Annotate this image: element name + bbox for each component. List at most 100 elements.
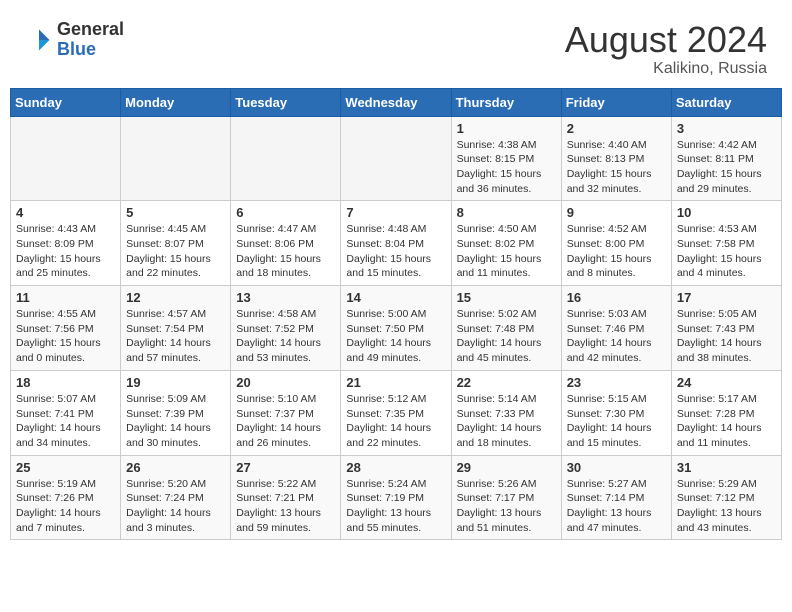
day-number: 29 bbox=[457, 460, 556, 475]
day-info: Sunrise: 5:09 AM Sunset: 7:39 PM Dayligh… bbox=[126, 392, 225, 451]
day-info: Sunrise: 5:24 AM Sunset: 7:19 PM Dayligh… bbox=[346, 477, 445, 536]
day-number: 8 bbox=[457, 205, 556, 220]
calendar-cell: 16Sunrise: 5:03 AM Sunset: 7:46 PM Dayli… bbox=[561, 286, 671, 371]
day-info: Sunrise: 4:38 AM Sunset: 8:15 PM Dayligh… bbox=[457, 138, 556, 197]
calendar-cell bbox=[341, 116, 451, 201]
weekday-header-wednesday: Wednesday bbox=[341, 88, 451, 116]
calendar-cell bbox=[231, 116, 341, 201]
weekday-header-tuesday: Tuesday bbox=[231, 88, 341, 116]
day-number: 27 bbox=[236, 460, 335, 475]
calendar-cell: 12Sunrise: 4:57 AM Sunset: 7:54 PM Dayli… bbox=[121, 286, 231, 371]
day-info: Sunrise: 4:45 AM Sunset: 8:07 PM Dayligh… bbox=[126, 222, 225, 281]
weekday-header-friday: Friday bbox=[561, 88, 671, 116]
day-number: 14 bbox=[346, 290, 445, 305]
calendar-cell: 31 Sunrise: 5:29 AM Sunset: 7:12 PM Dayli… bbox=[671, 455, 781, 540]
title-block: August 2024 Kalikino, Russia bbox=[565, 20, 767, 78]
day-info: Sunrise: 4:52 AM Sunset: 8:00 PM Dayligh… bbox=[567, 222, 666, 281]
calendar-cell: 18 Sunrise: 5:07 AM Sunset: 7:41 PM Dayli… bbox=[11, 370, 121, 455]
day-info: Sunrise: 5:15 AM Sunset: 7:30 PM Dayligh… bbox=[567, 392, 666, 451]
day-number: 16 bbox=[567, 290, 666, 305]
calendar-cell: 19Sunrise: 5:09 AM Sunset: 7:39 PM Dayli… bbox=[121, 370, 231, 455]
calendar-cell: 22Sunrise: 5:14 AM Sunset: 7:33 PM Dayli… bbox=[451, 370, 561, 455]
logo-icon bbox=[25, 26, 53, 54]
day-number: 28 bbox=[346, 460, 445, 475]
day-info: Sunrise: 5:00 AM Sunset: 7:50 PM Dayligh… bbox=[346, 307, 445, 366]
day-info: Sunrise: 4:48 AM Sunset: 8:04 PM Dayligh… bbox=[346, 222, 445, 281]
day-info: Sunrise: 4:42 AM Sunset: 8:11 PM Dayligh… bbox=[677, 138, 776, 197]
month-year-title: August 2024 bbox=[565, 20, 767, 60]
calendar-cell: 28 Sunrise: 5:24 AM Sunset: 7:19 PM Dayli… bbox=[341, 455, 451, 540]
calendar-cell: 15 Sunrise: 5:02 AM Sunset: 7:48 PM Dayli… bbox=[451, 286, 561, 371]
calendar-cell: 26 Sunrise: 5:20 AM Sunset: 7:24 PM Dayli… bbox=[121, 455, 231, 540]
calendar-cell: 9 Sunrise: 4:52 AM Sunset: 8:00 PM Daylig… bbox=[561, 201, 671, 286]
day-number: 13 bbox=[236, 290, 335, 305]
day-number: 4 bbox=[16, 205, 115, 220]
day-info: Sunrise: 4:53 AM Sunset: 7:58 PM Dayligh… bbox=[677, 222, 776, 281]
calendar-cell: 6Sunrise: 4:47 AM Sunset: 8:06 PM Daylig… bbox=[231, 201, 341, 286]
calendar-cell: 25 Sunrise: 5:19 AM Sunset: 7:26 PM Dayli… bbox=[11, 455, 121, 540]
day-info: Sunrise: 5:07 AM Sunset: 7:41 PM Dayligh… bbox=[16, 392, 115, 451]
day-number: 21 bbox=[346, 375, 445, 390]
location-subtitle: Kalikino, Russia bbox=[565, 60, 767, 78]
calendar-week-5: 25 Sunrise: 5:19 AM Sunset: 7:26 PM Dayli… bbox=[11, 455, 782, 540]
logo-text: General Blue bbox=[57, 20, 124, 60]
page-header: General Blue August 2024 Kalikino, Russi… bbox=[10, 10, 782, 83]
day-number: 25 bbox=[16, 460, 115, 475]
weekday-header-saturday: Saturday bbox=[671, 88, 781, 116]
day-info: Sunrise: 5:26 AM Sunset: 7:17 PM Dayligh… bbox=[457, 477, 556, 536]
day-info: Sunrise: 4:47 AM Sunset: 8:06 PM Dayligh… bbox=[236, 222, 335, 281]
day-number: 30 bbox=[567, 460, 666, 475]
calendar-table: SundayMondayTuesdayWednesdayThursdayFrid… bbox=[10, 88, 782, 541]
calendar-cell: 30 Sunrise: 5:27 AM Sunset: 7:14 PM Dayli… bbox=[561, 455, 671, 540]
calendar-cell bbox=[11, 116, 121, 201]
logo-general: General bbox=[57, 20, 124, 40]
calendar-week-4: 18 Sunrise: 5:07 AM Sunset: 7:41 PM Dayli… bbox=[11, 370, 782, 455]
day-info: Sunrise: 5:10 AM Sunset: 7:37 PM Dayligh… bbox=[236, 392, 335, 451]
calendar-cell: 5 Sunrise: 4:45 AM Sunset: 8:07 PM Daylig… bbox=[121, 201, 231, 286]
weekday-header-sunday: Sunday bbox=[11, 88, 121, 116]
day-number: 7 bbox=[346, 205, 445, 220]
calendar-cell: 4Sunrise: 4:43 AM Sunset: 8:09 PM Daylig… bbox=[11, 201, 121, 286]
day-info: Sunrise: 5:27 AM Sunset: 7:14 PM Dayligh… bbox=[567, 477, 666, 536]
calendar-cell: 14 Sunrise: 5:00 AM Sunset: 7:50 PM Dayli… bbox=[341, 286, 451, 371]
calendar-cell: 29 Sunrise: 5:26 AM Sunset: 7:17 PM Dayli… bbox=[451, 455, 561, 540]
day-number: 20 bbox=[236, 375, 335, 390]
calendar-cell: 3Sunrise: 4:42 AM Sunset: 8:11 PM Daylig… bbox=[671, 116, 781, 201]
day-number: 9 bbox=[567, 205, 666, 220]
day-number: 12 bbox=[126, 290, 225, 305]
day-number: 17 bbox=[677, 290, 776, 305]
day-number: 26 bbox=[126, 460, 225, 475]
calendar-cell: 11Sunrise: 4:55 AM Sunset: 7:56 PM Dayli… bbox=[11, 286, 121, 371]
day-number: 5 bbox=[126, 205, 225, 220]
weekday-header-monday: Monday bbox=[121, 88, 231, 116]
day-info: Sunrise: 5:02 AM Sunset: 7:48 PM Dayligh… bbox=[457, 307, 556, 366]
day-number: 31 bbox=[677, 460, 776, 475]
weekday-header-row: SundayMondayTuesdayWednesdayThursdayFrid… bbox=[11, 88, 782, 116]
calendar-week-2: 4Sunrise: 4:43 AM Sunset: 8:09 PM Daylig… bbox=[11, 201, 782, 286]
day-info: Sunrise: 5:29 AM Sunset: 7:12 PM Dayligh… bbox=[677, 477, 776, 536]
day-number: 24 bbox=[677, 375, 776, 390]
calendar-cell: 10 Sunrise: 4:53 AM Sunset: 7:58 PM Dayli… bbox=[671, 201, 781, 286]
day-info: Sunrise: 5:20 AM Sunset: 7:24 PM Dayligh… bbox=[126, 477, 225, 536]
day-number: 18 bbox=[16, 375, 115, 390]
day-info: Sunrise: 4:50 AM Sunset: 8:02 PM Dayligh… bbox=[457, 222, 556, 281]
day-info: Sunrise: 4:55 AM Sunset: 7:56 PM Dayligh… bbox=[16, 307, 115, 366]
day-info: Sunrise: 5:22 AM Sunset: 7:21 PM Dayligh… bbox=[236, 477, 335, 536]
day-number: 10 bbox=[677, 205, 776, 220]
day-number: 1 bbox=[457, 121, 556, 136]
day-info: Sunrise: 4:58 AM Sunset: 7:52 PM Dayligh… bbox=[236, 307, 335, 366]
calendar-cell: 1 Sunrise: 4:38 AM Sunset: 8:15 PM Daylig… bbox=[451, 116, 561, 201]
calendar-cell: 13 Sunrise: 4:58 AM Sunset: 7:52 PM Dayli… bbox=[231, 286, 341, 371]
day-info: Sunrise: 5:05 AM Sunset: 7:43 PM Dayligh… bbox=[677, 307, 776, 366]
calendar-cell: 21Sunrise: 5:12 AM Sunset: 7:35 PM Dayli… bbox=[341, 370, 451, 455]
calendar-week-3: 11Sunrise: 4:55 AM Sunset: 7:56 PM Dayli… bbox=[11, 286, 782, 371]
logo-blue: Blue bbox=[57, 40, 124, 60]
day-number: 15 bbox=[457, 290, 556, 305]
calendar-cell: 7 Sunrise: 4:48 AM Sunset: 8:04 PM Daylig… bbox=[341, 201, 451, 286]
day-info: Sunrise: 5:17 AM Sunset: 7:28 PM Dayligh… bbox=[677, 392, 776, 451]
day-number: 2 bbox=[567, 121, 666, 136]
day-info: Sunrise: 5:19 AM Sunset: 7:26 PM Dayligh… bbox=[16, 477, 115, 536]
weekday-header-thursday: Thursday bbox=[451, 88, 561, 116]
day-info: Sunrise: 5:14 AM Sunset: 7:33 PM Dayligh… bbox=[457, 392, 556, 451]
day-info: Sunrise: 4:40 AM Sunset: 8:13 PM Dayligh… bbox=[567, 138, 666, 197]
